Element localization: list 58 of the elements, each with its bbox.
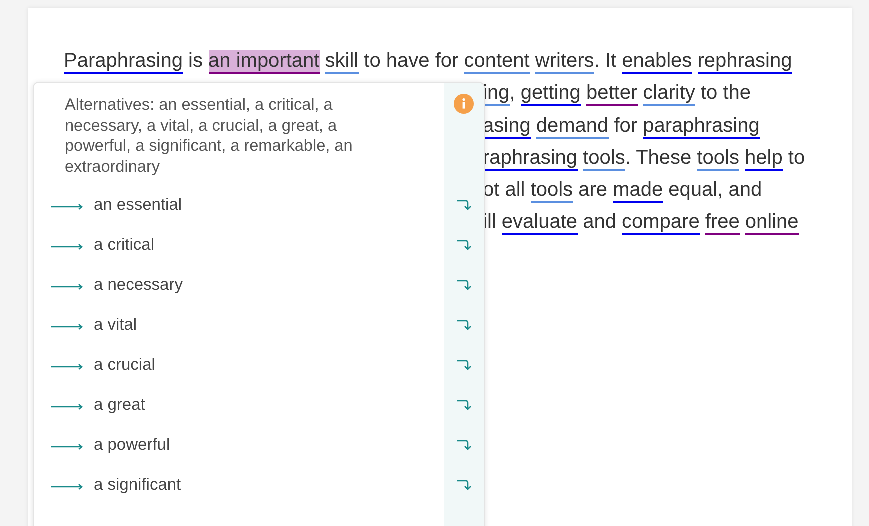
underlined-word[interactable]: evaluate (502, 211, 578, 236)
arrow-icon (50, 403, 84, 412)
document-text: to the (700, 82, 752, 104)
underlined-word[interactable]: demand (536, 114, 609, 139)
underlined-word[interactable]: skill (325, 50, 359, 74)
underlined-word[interactable]: tools (530, 179, 574, 204)
underlined-word[interactable]: rephrasing (698, 50, 792, 74)
underlined-word[interactable]: tools (697, 146, 740, 171)
underlined-word[interactable]: online (745, 211, 799, 236)
underlined-word[interactable]: help (745, 146, 783, 171)
arrow-icon (50, 483, 84, 492)
document-text: and (582, 211, 618, 234)
document-text: , (510, 82, 516, 104)
arrow-icon (50, 283, 84, 292)
alternative-option[interactable]: a crucial (94, 356, 456, 375)
underlined-word[interactable]: made (613, 179, 664, 204)
info-icon[interactable] (454, 94, 474, 114)
underlined-word[interactable]: better (586, 82, 638, 106)
document-text: for (613, 114, 639, 137)
replace-icon[interactable] (456, 319, 472, 332)
replace-icon[interactable] (456, 439, 472, 452)
document-text: is (188, 50, 204, 72)
alternative-option[interactable]: a necessary (94, 276, 456, 295)
replace-icon[interactable] (456, 359, 472, 372)
document-text: to (787, 146, 806, 169)
underlined-word[interactable]: getting (520, 82, 581, 106)
alternative-option[interactable]: a powerful (94, 436, 456, 455)
underlined-word[interactable]: enables (622, 50, 692, 74)
underlined-word[interactable]: clarity (643, 82, 696, 106)
underlined-word[interactable]: writers (535, 50, 594, 74)
document-text: . These (625, 146, 693, 169)
arrow-icon (50, 443, 84, 452)
document-text: . It (594, 50, 618, 72)
alternative-option[interactable]: a great (94, 396, 456, 415)
replace-icon[interactable] (456, 199, 472, 212)
underlined-word[interactable]: paraphrasing (643, 114, 760, 139)
arrow-icon (50, 363, 84, 372)
alternative-option[interactable]: an essential (94, 196, 456, 215)
document-text: to have for (363, 50, 460, 72)
arrow-icon (50, 323, 84, 332)
underlined-word[interactable]: tools (583, 146, 626, 171)
alternative-option[interactable]: a significant (94, 476, 456, 495)
alternative-option[interactable]: a critical (94, 236, 456, 255)
replace-icon[interactable] (456, 399, 472, 412)
highlighted-phrase[interactable]: an important (208, 50, 320, 74)
document-text: equal, and (668, 179, 762, 202)
alternatives-description: Alternatives: an essential, a critical, a necessary, a vital, a crucial, a great, a powerful, a significant, a remarkable, an extraordinary (65, 95, 354, 178)
underlined-word[interactable]: compare (622, 211, 700, 236)
arrow-icon (50, 203, 84, 212)
arrow-icon (50, 243, 84, 252)
underlined-word[interactable]: free (705, 211, 740, 236)
document-text: are (578, 179, 609, 202)
replace-icon[interactable] (456, 279, 472, 292)
underlined-word[interactable]: content (464, 50, 530, 74)
replace-icon[interactable] (456, 479, 472, 492)
alternative-option[interactable]: a vital (94, 316, 456, 335)
replace-icon[interactable] (456, 239, 472, 252)
underlined-word[interactable]: Paraphrasing (64, 50, 183, 74)
